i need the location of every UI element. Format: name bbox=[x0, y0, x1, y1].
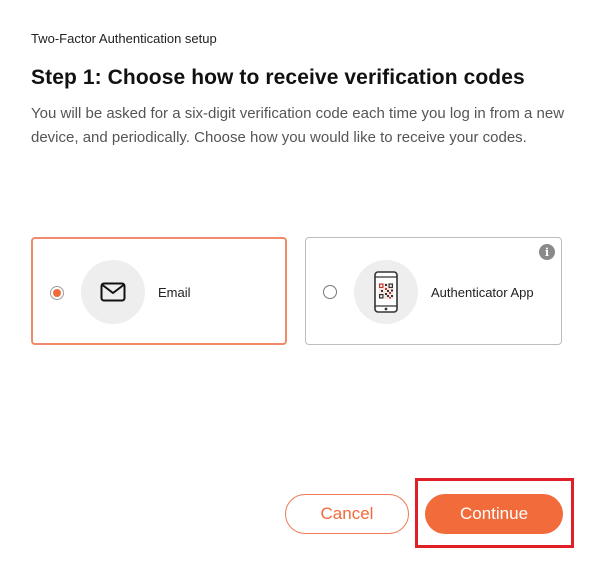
cancel-button[interactable]: Cancel bbox=[285, 494, 409, 534]
info-icon[interactable]: i bbox=[539, 244, 555, 260]
authenticator-radio[interactable] bbox=[323, 285, 337, 299]
continue-button[interactable]: Continue bbox=[425, 494, 563, 534]
step-title: Step 1: Choose how to receive verificati… bbox=[31, 66, 525, 89]
option-email-card[interactable]: Email bbox=[31, 237, 287, 345]
option-authenticator-card[interactable]: i Authenticator App bbox=[305, 237, 562, 345]
authenticator-icon-circle bbox=[354, 260, 418, 324]
phone-qr-icon bbox=[374, 271, 398, 313]
email-radio[interactable] bbox=[50, 286, 64, 300]
option-email-label: Email bbox=[158, 285, 191, 300]
option-authenticator-label: Authenticator App bbox=[431, 285, 534, 300]
step-description: You will be asked for a six-digit verifi… bbox=[31, 105, 565, 146]
setup-header-label: Two-Factor Authentication setup bbox=[31, 31, 217, 46]
envelope-icon bbox=[100, 282, 126, 302]
email-icon-circle bbox=[81, 260, 145, 324]
